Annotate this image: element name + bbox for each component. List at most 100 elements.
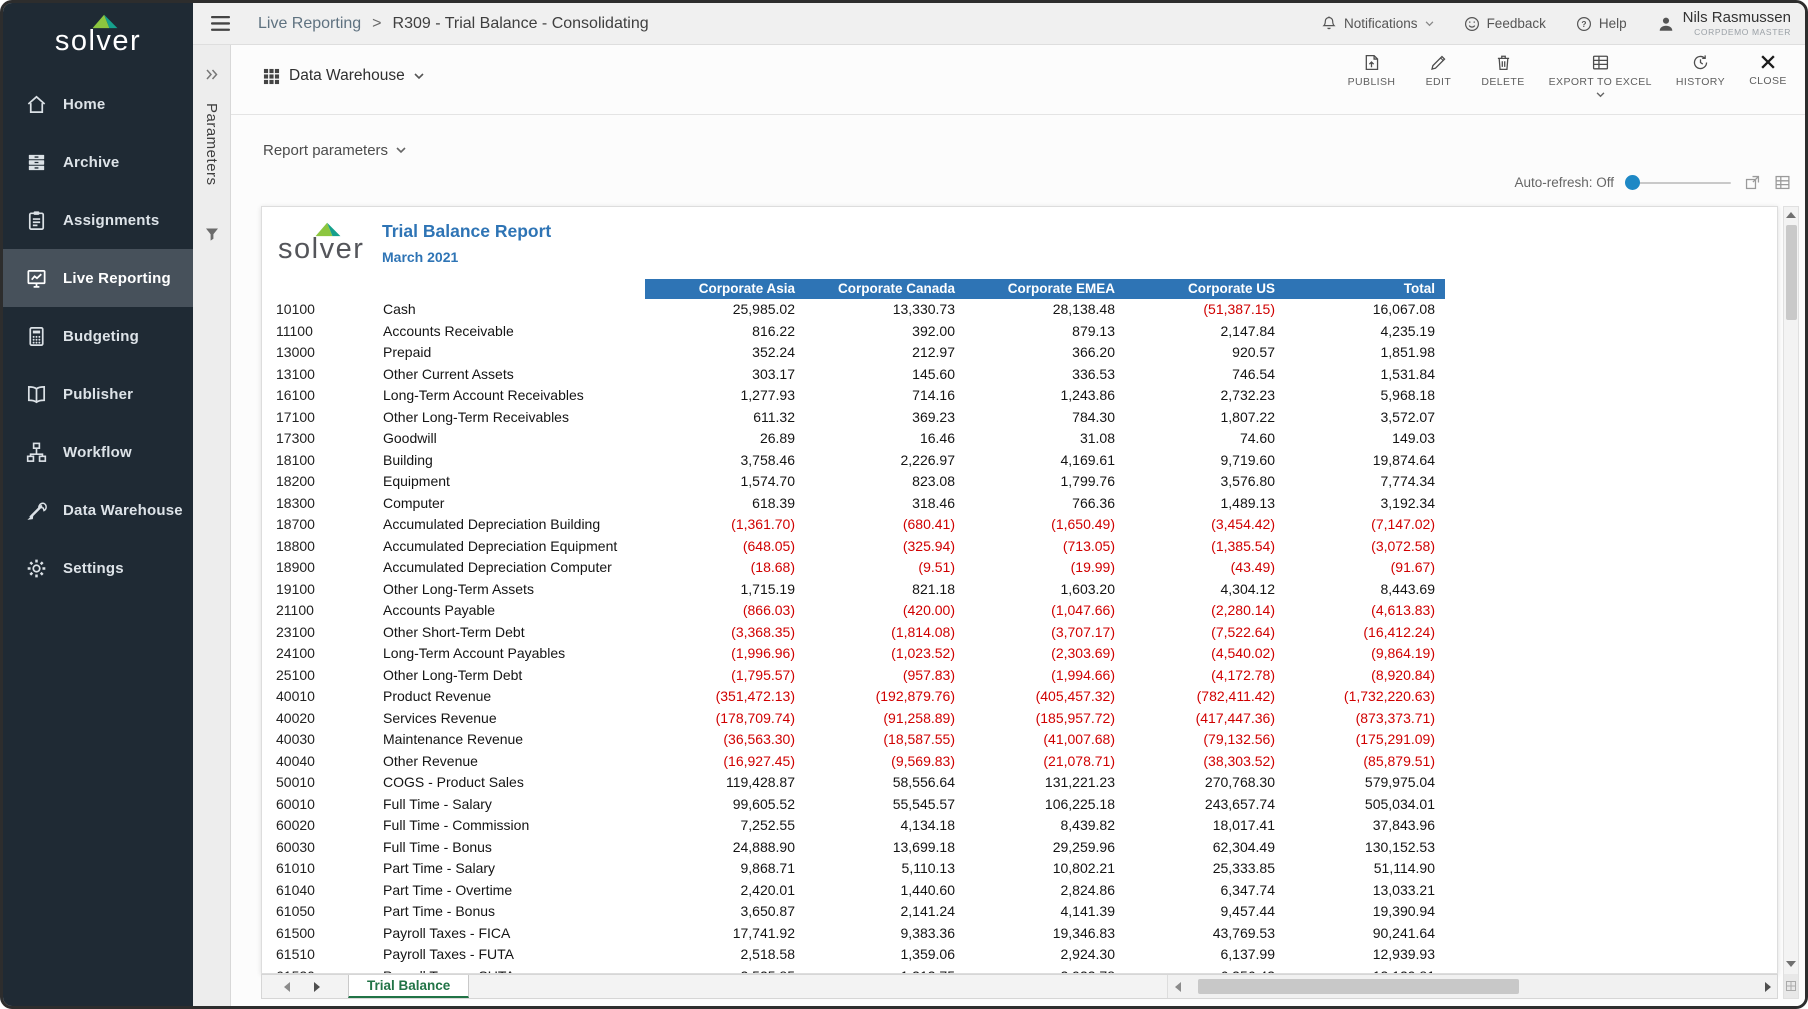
value-cell: 1,574.70 bbox=[645, 471, 805, 493]
value-cell: (7,522.64) bbox=[1125, 622, 1285, 644]
publish-button[interactable]: PUBLISH bbox=[1348, 53, 1396, 98]
value-cell: (8,920.84) bbox=[1285, 665, 1445, 687]
value-cell: 318.46 bbox=[805, 493, 965, 515]
solver-logo: solver bbox=[3, 3, 193, 75]
sidebar-item-label: Assignments bbox=[63, 212, 159, 229]
sidebar-item-live-reporting[interactable]: Live Reporting bbox=[3, 249, 193, 307]
auto-refresh-slider[interactable] bbox=[1627, 182, 1731, 184]
edit-button[interactable]: EDIT bbox=[1419, 53, 1457, 98]
value-cell: 366.20 bbox=[965, 342, 1125, 364]
value-cell: 37,843.96 bbox=[1285, 815, 1445, 837]
assignments-icon bbox=[25, 209, 48, 232]
report-canvas: solver Trial Balance Report March 2021 C… bbox=[261, 206, 1778, 974]
report-logo: solver bbox=[278, 221, 364, 264]
publish-label: PUBLISH bbox=[1348, 76, 1396, 88]
sidebar-item-assignments[interactable]: Assignments bbox=[3, 191, 193, 249]
table-row: 61040Part Time - Overtime2,420.011,440.6… bbox=[276, 880, 1445, 902]
popout-icon[interactable] bbox=[1744, 174, 1761, 191]
report-parameters-toggle[interactable]: Report parameters bbox=[263, 142, 406, 159]
column-header: Corporate Canada bbox=[805, 279, 965, 299]
value-cell: (957.83) bbox=[805, 665, 965, 687]
account-name-cell: Prepaid bbox=[383, 342, 645, 364]
value-cell: (51,387.15) bbox=[1125, 299, 1285, 321]
horizontal-scrollbar[interactable] bbox=[1167, 975, 1777, 998]
value-cell: 8,439.82 bbox=[965, 815, 1125, 837]
scroll-down-button[interactable] bbox=[1784, 956, 1798, 972]
value-cell: 243,657.74 bbox=[1125, 794, 1285, 816]
value-cell: 106,225.18 bbox=[965, 794, 1125, 816]
trial-balance-table: Corporate AsiaCorporate CanadaCorporate … bbox=[276, 279, 1445, 974]
value-cell: 9,457.44 bbox=[1125, 901, 1285, 923]
sidebar-item-home[interactable]: Home bbox=[3, 75, 193, 133]
horizontal-scrollbar-thumb[interactable] bbox=[1198, 979, 1519, 994]
scroll-up-button[interactable] bbox=[1784, 207, 1798, 223]
tab-scroll-right-icon[interactable] bbox=[314, 982, 320, 992]
help-button[interactable]: ? Help bbox=[1576, 16, 1627, 32]
scroll-right-button[interactable] bbox=[1758, 975, 1777, 998]
sidebar-item-publisher[interactable]: Publisher bbox=[3, 365, 193, 423]
user-menu[interactable]: Nils Rasmussen CorpDemo Master bbox=[1657, 10, 1791, 37]
svg-text:?: ? bbox=[1581, 18, 1586, 28]
value-cell: 2,518.58 bbox=[645, 944, 805, 966]
column-header: Total bbox=[1285, 279, 1445, 299]
value-cell: 618.39 bbox=[645, 493, 805, 515]
publish-icon bbox=[1362, 53, 1381, 72]
history-button[interactable]: HISTORY bbox=[1676, 53, 1725, 98]
value-cell: 19,390.94 bbox=[1285, 901, 1445, 923]
value-cell: 9,868.71 bbox=[645, 858, 805, 880]
chevron-down-icon bbox=[1596, 92, 1605, 98]
value-cell: (3,707.17) bbox=[965, 622, 1125, 644]
table-row: 18800Accumulated Depreciation Equipment(… bbox=[276, 536, 1445, 558]
sidebar-nav: Home Archive Assignments Live Reporting bbox=[3, 75, 193, 597]
column-header: Corporate US bbox=[1125, 279, 1285, 299]
account-name-cell: Full Time - Commission bbox=[383, 815, 645, 837]
value-cell: (1,996.96) bbox=[645, 643, 805, 665]
tab-trial-balance[interactable]: Trial Balance bbox=[348, 975, 469, 998]
feedback-button[interactable]: Feedback bbox=[1464, 16, 1546, 32]
user-name: Nils Rasmussen bbox=[1683, 10, 1791, 27]
tab-bar-filler bbox=[469, 975, 1167, 998]
sidebar-item-settings[interactable]: Settings bbox=[3, 539, 193, 597]
breadcrumb-section[interactable]: Live Reporting bbox=[258, 15, 361, 33]
table-row: 40010Product Revenue(351,472.13)(192,879… bbox=[276, 686, 1445, 708]
data-warehouse-icon bbox=[25, 499, 48, 522]
expand-panel-icon[interactable] bbox=[205, 67, 218, 85]
data-source-selector[interactable]: Data Warehouse bbox=[263, 67, 424, 85]
header-spacer bbox=[383, 279, 645, 299]
notifications-button[interactable]: Notifications bbox=[1321, 15, 1434, 32]
account-name-cell: COGS - Product Sales bbox=[383, 772, 645, 794]
account-cell: 61510 bbox=[276, 944, 383, 966]
left-arrow-icon bbox=[1175, 982, 1181, 992]
value-cell: (2,303.69) bbox=[965, 643, 1125, 665]
vertical-scrollbar-thumb[interactable] bbox=[1786, 225, 1797, 320]
value-cell: (91.67) bbox=[1285, 557, 1445, 579]
vertical-scrollbar[interactable] bbox=[1783, 206, 1799, 999]
account-name-cell: Product Revenue bbox=[383, 686, 645, 708]
sidebar-item-budgeting[interactable]: Budgeting bbox=[3, 307, 193, 365]
account-cell: 18800 bbox=[276, 536, 383, 558]
sidebar-item-archive[interactable]: Archive bbox=[3, 133, 193, 191]
delete-button[interactable]: DELETE bbox=[1481, 53, 1524, 98]
value-cell: 1,851.98 bbox=[1285, 342, 1445, 364]
slider-knob[interactable] bbox=[1625, 175, 1640, 190]
sidebar-item-workflow[interactable]: Workflow bbox=[3, 423, 193, 481]
horizontal-scrollbar-track[interactable] bbox=[1187, 975, 1758, 998]
account-name-cell: Other Long-Term Assets bbox=[383, 579, 645, 601]
scroll-left-button[interactable] bbox=[1168, 975, 1187, 998]
value-cell: 13,699.18 bbox=[805, 837, 965, 859]
table-view-icon[interactable] bbox=[1774, 174, 1791, 191]
table-row: 18200Equipment1,574.70823.081,799.763,57… bbox=[276, 471, 1445, 493]
menu-icon[interactable] bbox=[211, 16, 230, 31]
value-cell: 51,114.90 bbox=[1285, 858, 1445, 880]
account-name-cell: Other Short-Term Debt bbox=[383, 622, 645, 644]
value-cell: 579,975.04 bbox=[1285, 772, 1445, 794]
tab-scroll-left-icon[interactable] bbox=[284, 982, 290, 992]
close-button[interactable]: CLOSE bbox=[1749, 53, 1787, 98]
export-to-excel-button[interactable]: EXPORT TO EXCEL bbox=[1549, 53, 1652, 98]
sidebar-item-data-warehouse[interactable]: Data Warehouse bbox=[3, 481, 193, 539]
sidebar-item-label: Data Warehouse bbox=[63, 502, 183, 519]
value-cell: 3,576.80 bbox=[1125, 471, 1285, 493]
filter-icon[interactable] bbox=[204, 227, 219, 247]
grid-corner-icon bbox=[1786, 981, 1796, 991]
chevron-down-icon bbox=[1425, 21, 1434, 27]
